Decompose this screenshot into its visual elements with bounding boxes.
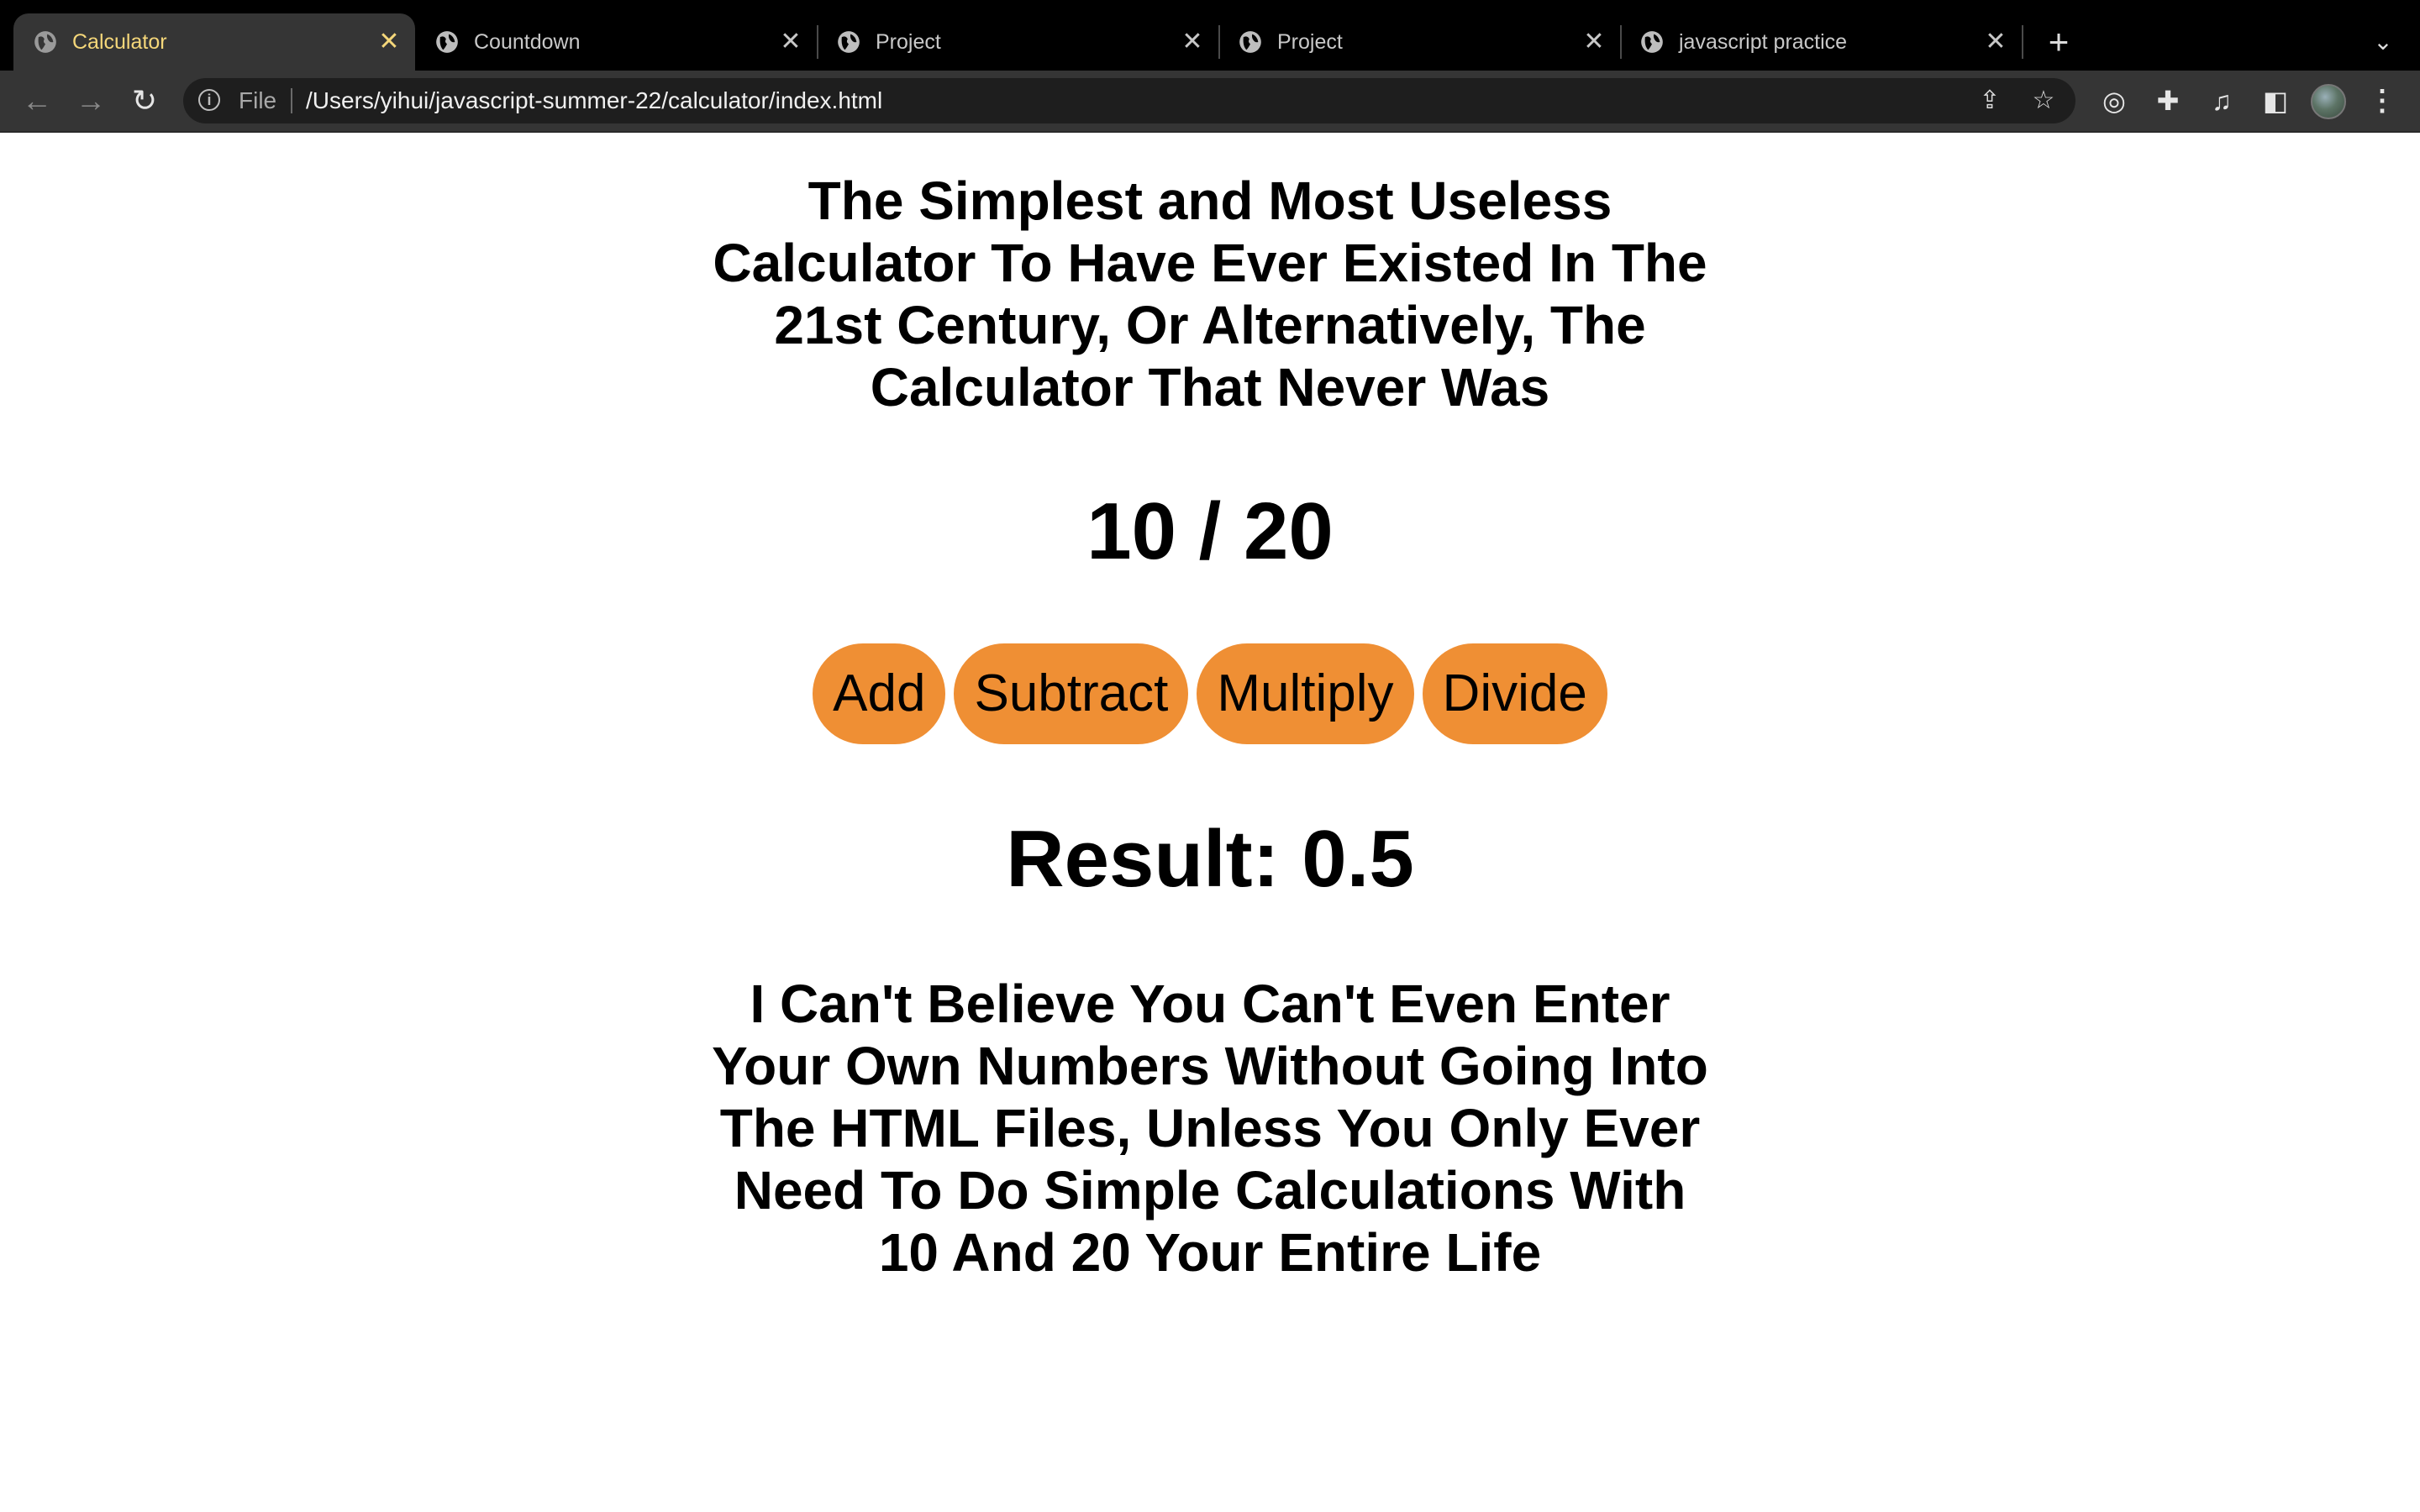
globe-icon xyxy=(34,31,56,53)
reload-button[interactable]: ↻ xyxy=(123,79,166,123)
close-tab-icon[interactable]: ✕ xyxy=(1580,28,1608,56)
share-icon[interactable]: ⇪ xyxy=(1973,84,2007,118)
media-control-icon[interactable]: ♫ xyxy=(2203,82,2240,119)
new-tab-button[interactable]: + xyxy=(2039,22,2079,62)
result-display: Result: 0.5 xyxy=(1006,814,1414,904)
forward-button[interactable]: → xyxy=(69,79,113,123)
divide-button[interactable]: Divide xyxy=(1422,643,1607,744)
tab-title: Project xyxy=(876,30,941,54)
extensions-puzzle-icon[interactable]: ✚ xyxy=(2149,82,2186,119)
browser-toolbar: ← → ↻ i File /Users/yihui/javascript-sum… xyxy=(0,71,2420,133)
bookmark-star-icon[interactable]: ☆ xyxy=(2027,84,2060,118)
browser-menu-icon[interactable]: ⋮ xyxy=(2368,82,2396,119)
tab-search-chevron-icon[interactable]: ⌄ xyxy=(2363,22,2403,62)
close-tab-icon[interactable]: ✕ xyxy=(1981,28,2010,56)
globe-icon xyxy=(436,31,458,53)
footer-text: I Can't Believe You Can't Even Enter You… xyxy=(712,974,1708,1283)
operation-buttons: Add Subtract Multiply Divide xyxy=(0,643,2420,744)
add-button[interactable]: Add xyxy=(813,643,946,744)
tab-calculator[interactable]: Calculator ✕ xyxy=(13,13,415,71)
tab-javascript-practice[interactable]: javascript practice ✕ xyxy=(1620,13,2022,71)
equation-display: 10 / 20 xyxy=(1086,486,1334,576)
globe-icon xyxy=(1641,31,1663,53)
tab-project-2[interactable]: Project ✕ xyxy=(1218,13,1620,71)
back-button[interactable]: ← xyxy=(15,79,59,123)
page-title: The Simplest and Most Useless Calculator… xyxy=(713,171,1707,417)
tab-title: Project xyxy=(1277,30,1343,54)
close-tab-icon[interactable]: ✕ xyxy=(776,28,805,56)
multiply-button[interactable]: Multiply xyxy=(1197,643,1414,744)
tab-countdown[interactable]: Countdown ✕ xyxy=(415,13,817,71)
close-tab-icon[interactable]: ✕ xyxy=(375,28,403,56)
close-tab-icon[interactable]: ✕ xyxy=(1178,28,1207,56)
tab-separator xyxy=(2022,25,2023,59)
tab-title: javascript practice xyxy=(1679,30,1848,54)
profile-avatar[interactable] xyxy=(2311,84,2346,119)
eye-off-icon[interactable]: ◎ xyxy=(2096,82,2133,119)
globe-icon xyxy=(838,31,860,53)
tab-project[interactable]: Project ✕ xyxy=(817,13,1218,71)
scheme-label: File xyxy=(239,87,277,113)
side-panel-icon[interactable]: ◧ xyxy=(2257,82,2294,119)
tab-strip: Calculator ✕ Countdown ✕ Project ✕ Proje… xyxy=(0,0,2420,71)
site-info-icon[interactable]: i xyxy=(198,89,220,111)
subtract-button[interactable]: Subtract xyxy=(954,643,1189,744)
url-text[interactable]: /Users/yihui/javascript-summer-22/calcul… xyxy=(306,78,882,123)
globe-icon xyxy=(1239,31,1261,53)
tab-title: Countdown xyxy=(474,30,581,54)
address-bar[interactable]: i File /Users/yihui/javascript-summer-22… xyxy=(183,78,2075,123)
page-content: The Simplest and Most Useless Calculator… xyxy=(0,133,2420,1512)
omnibox-divider xyxy=(291,88,292,113)
tab-title: Calculator xyxy=(72,30,167,54)
